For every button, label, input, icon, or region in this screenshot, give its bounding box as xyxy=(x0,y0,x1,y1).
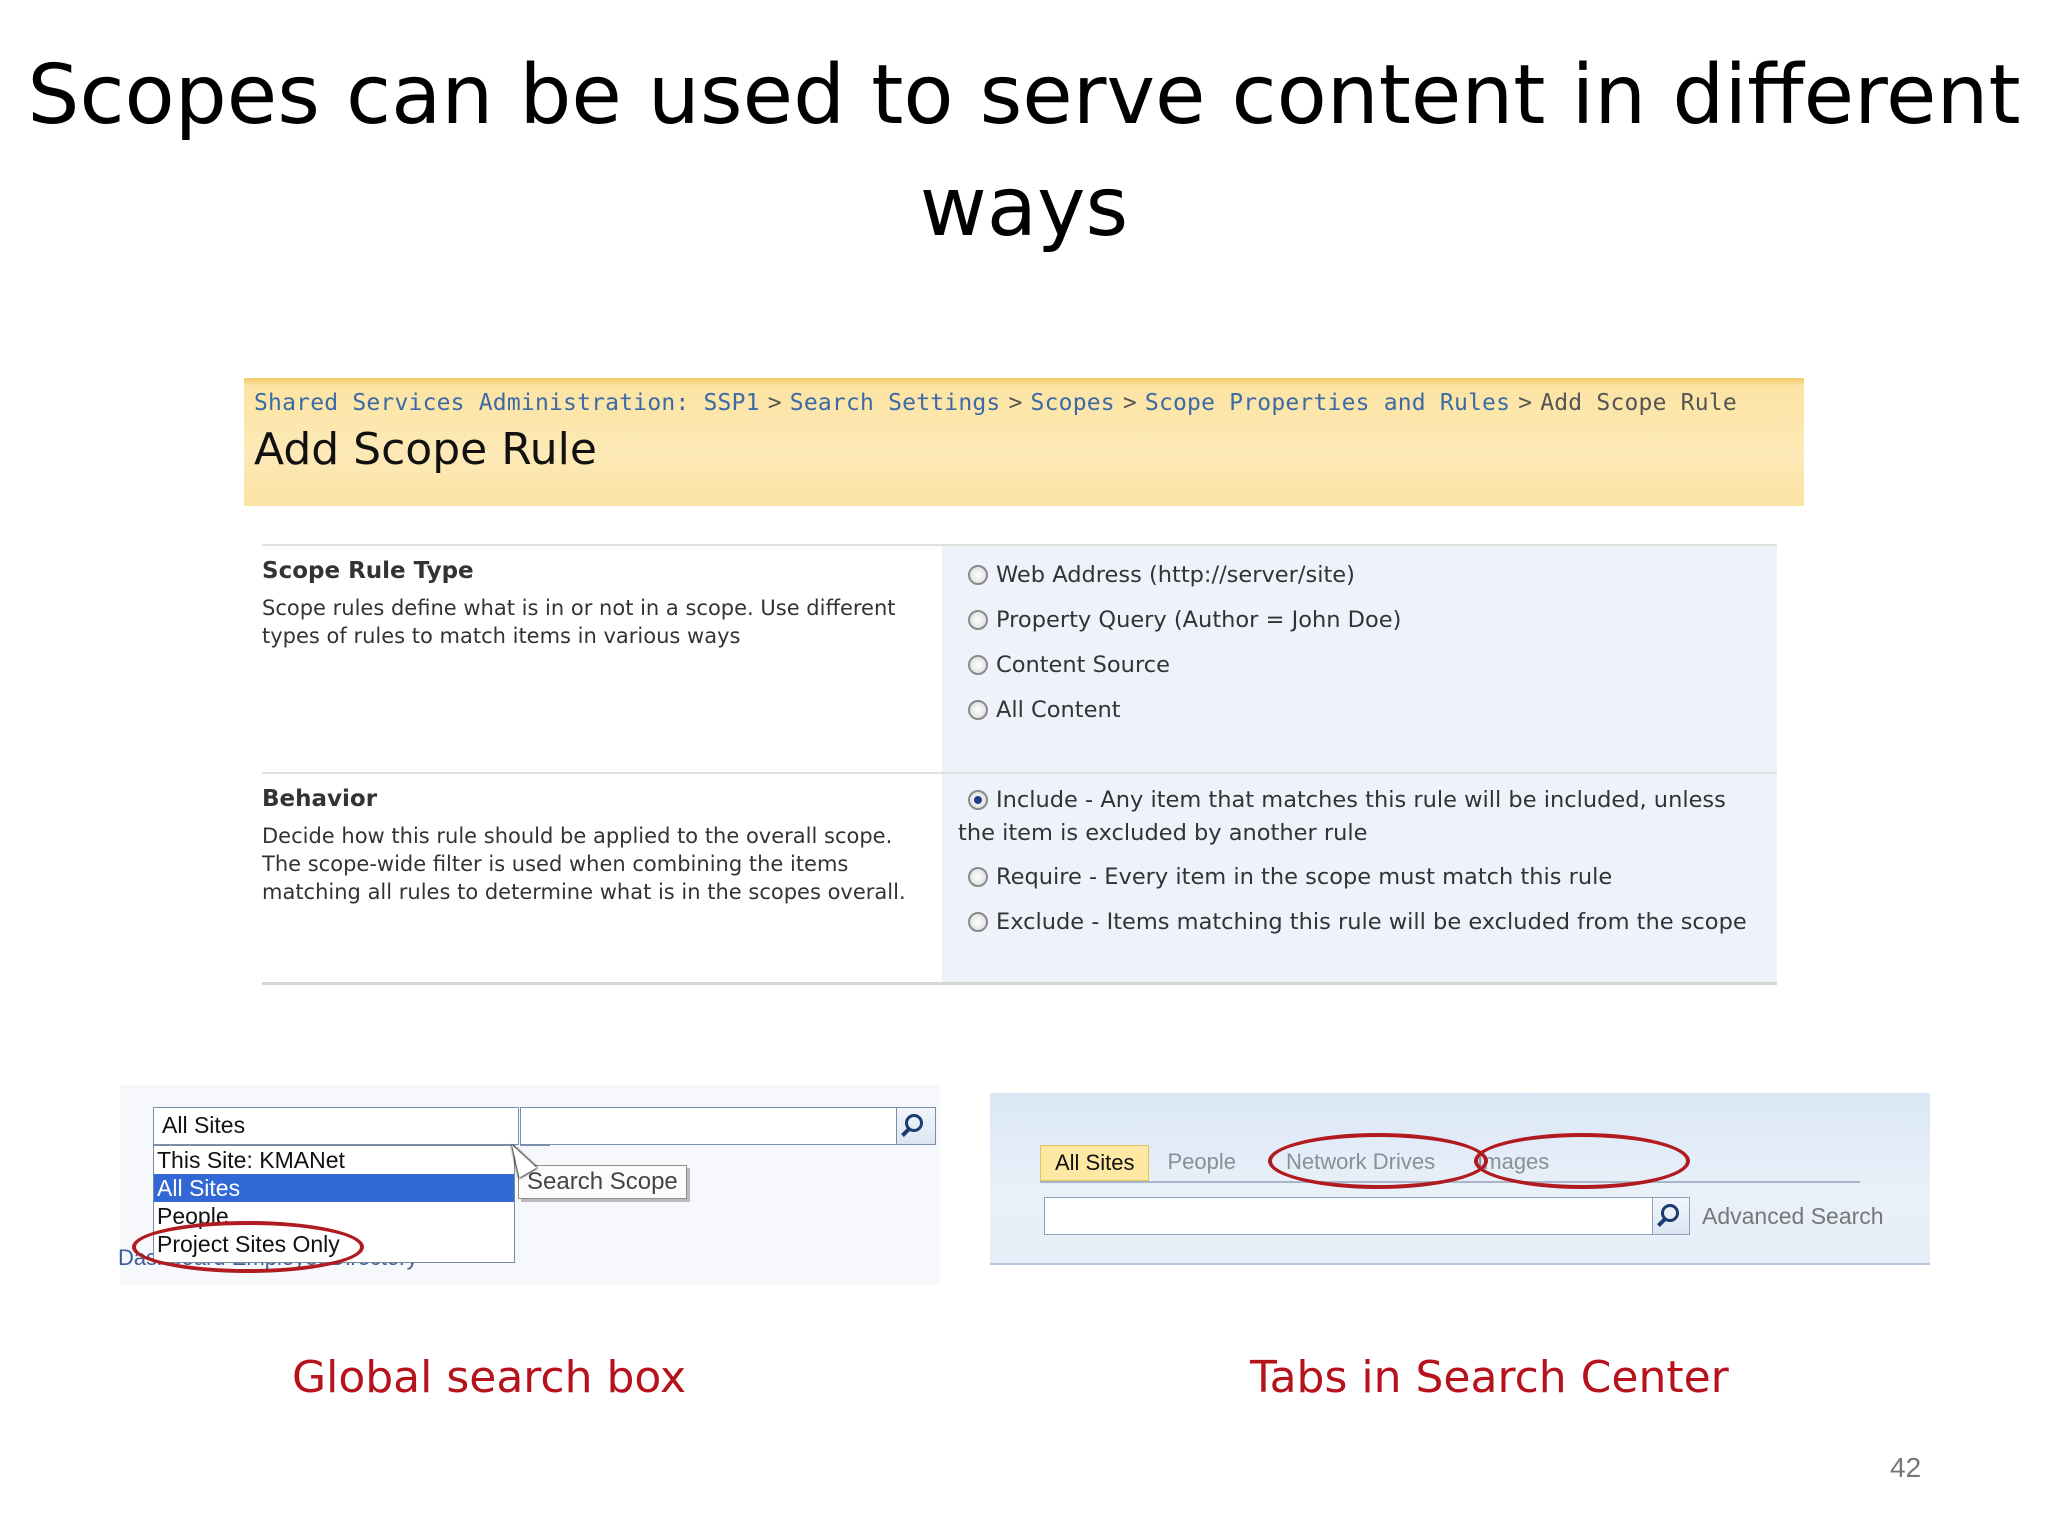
radio-label: Content Source xyxy=(996,652,1170,678)
section-description: Decide how this rule should be applied t… xyxy=(262,824,906,904)
search-scope-tooltip: Search Scope xyxy=(518,1165,687,1199)
slide-title-line2: ways xyxy=(919,160,1129,255)
radio-button[interactable] xyxy=(968,655,988,675)
radio-option-all-content[interactable]: All Content xyxy=(968,697,1121,723)
add-scope-rule-screenshot: Shared Services Administration: SSP1 > Sea… xyxy=(244,378,1804,988)
radio-option-web-address[interactable]: Web Address (http://server/site) xyxy=(968,562,1355,588)
dropdown-option-this-site[interactable]: This Site: KMANet xyxy=(154,1146,514,1174)
highlight-ellipse-images xyxy=(1474,1133,1690,1189)
behavior-section: Behavior Decide how this rule should be … xyxy=(262,772,1777,985)
search-center-button[interactable] xyxy=(1652,1197,1690,1235)
tab-people[interactable]: People xyxy=(1153,1145,1250,1181)
radio-button-checked[interactable] xyxy=(968,790,988,810)
radio-option-content-source[interactable]: Content Source xyxy=(968,652,1170,678)
section-description: Scope rules define what is in or not in … xyxy=(262,596,896,648)
slide-title-line1: Scopes can be used to serve content in d… xyxy=(27,48,2021,143)
search-button[interactable] xyxy=(896,1107,936,1145)
global-search-screenshot: Dashboard EmployeeDirectory All Sites Th… xyxy=(118,1085,940,1285)
dropdown-option-all-sites[interactable]: All Sites xyxy=(154,1174,514,1202)
radio-label: All Content xyxy=(996,697,1121,723)
search-input[interactable] xyxy=(520,1107,898,1145)
search-center-input[interactable] xyxy=(1044,1197,1654,1235)
behavior-label-column: Behavior Decide how this rule should be … xyxy=(262,774,942,982)
radio-label: Property Query (Author = John Doe) xyxy=(996,607,1402,633)
breadcrumb-separator: > xyxy=(767,390,782,416)
breadcrumb-link-scope-properties[interactable]: Scope Properties and Rules xyxy=(1145,390,1510,416)
search-center-screenshot: All Sites People Network Drives Images A… xyxy=(990,1093,1930,1265)
radio-label: Include - Any item that matches this rul… xyxy=(958,787,1726,846)
breadcrumb-current: Add Scope Rule xyxy=(1540,390,1737,416)
slide-title: Scopes can be used to serve content in d… xyxy=(0,40,2048,264)
scope-dropdown-value: All Sites xyxy=(162,1112,246,1138)
scope-rule-type-section: Scope Rule Type Scope rules define what … xyxy=(262,544,1777,772)
radio-button[interactable] xyxy=(968,700,988,720)
radio-label: Web Address (http://server/site) xyxy=(996,562,1355,588)
breadcrumb-link-search-settings[interactable]: Search Settings xyxy=(790,390,1001,416)
behavior-options: Include - Any item that matches this rul… xyxy=(942,774,1777,982)
caption-search-center: Tabs in Search Center xyxy=(1250,1352,1729,1403)
page-header: Shared Services Administration: SSP1 > Sea… xyxy=(244,378,1804,506)
tab-all-sites[interactable]: All Sites xyxy=(1040,1145,1150,1181)
breadcrumb: Shared Services Administration: SSP1 > Sea… xyxy=(254,390,1737,416)
page-title: Add Scope Rule xyxy=(254,424,597,475)
radio-option-exclude[interactable]: Exclude - Items matching this rule will … xyxy=(968,909,1747,935)
highlight-ellipse xyxy=(132,1221,364,1273)
radio-label: Exclude - Items matching this rule will … xyxy=(996,909,1747,935)
scope-rule-type-options: Web Address (http://server/site) Propert… xyxy=(942,546,1777,772)
breadcrumb-link-ssp[interactable]: Shared Services Administration: SSP1 xyxy=(254,390,760,416)
radio-label: Require - Every item in the scope must m… xyxy=(996,864,1613,890)
radio-button[interactable] xyxy=(968,610,988,630)
scope-dropdown[interactable]: All Sites xyxy=(153,1107,550,1146)
radio-button[interactable] xyxy=(968,912,988,932)
advanced-search-link[interactable]: Advanced Search xyxy=(1702,1203,1884,1230)
breadcrumb-link-scopes[interactable]: Scopes xyxy=(1031,390,1115,416)
scope-rule-form: Scope Rule Type Scope rules define what … xyxy=(262,544,1777,985)
radio-option-require[interactable]: Require - Every item in the scope must m… xyxy=(968,864,1612,890)
scope-rule-type-label-column: Scope Rule Type Scope rules define what … xyxy=(262,546,942,772)
breadcrumb-separator: > xyxy=(1008,390,1023,416)
radio-button[interactable] xyxy=(968,565,988,585)
section-title: Scope Rule Type xyxy=(262,558,474,584)
breadcrumb-separator: > xyxy=(1518,390,1533,416)
highlight-ellipse-network-drives xyxy=(1268,1133,1488,1189)
radio-option-property-query[interactable]: Property Query (Author = John Doe) xyxy=(968,607,1401,633)
magnifier-icon xyxy=(1661,1204,1679,1222)
magnifier-icon xyxy=(905,1114,923,1132)
section-title: Behavior xyxy=(262,786,378,812)
page-number: 42 xyxy=(1890,1452,1922,1483)
breadcrumb-separator: > xyxy=(1122,390,1137,416)
caption-global-search: Global search box xyxy=(292,1352,687,1403)
radio-option-include[interactable]: Include - Any item that matches this rul… xyxy=(958,784,1758,850)
radio-button[interactable] xyxy=(968,867,988,887)
